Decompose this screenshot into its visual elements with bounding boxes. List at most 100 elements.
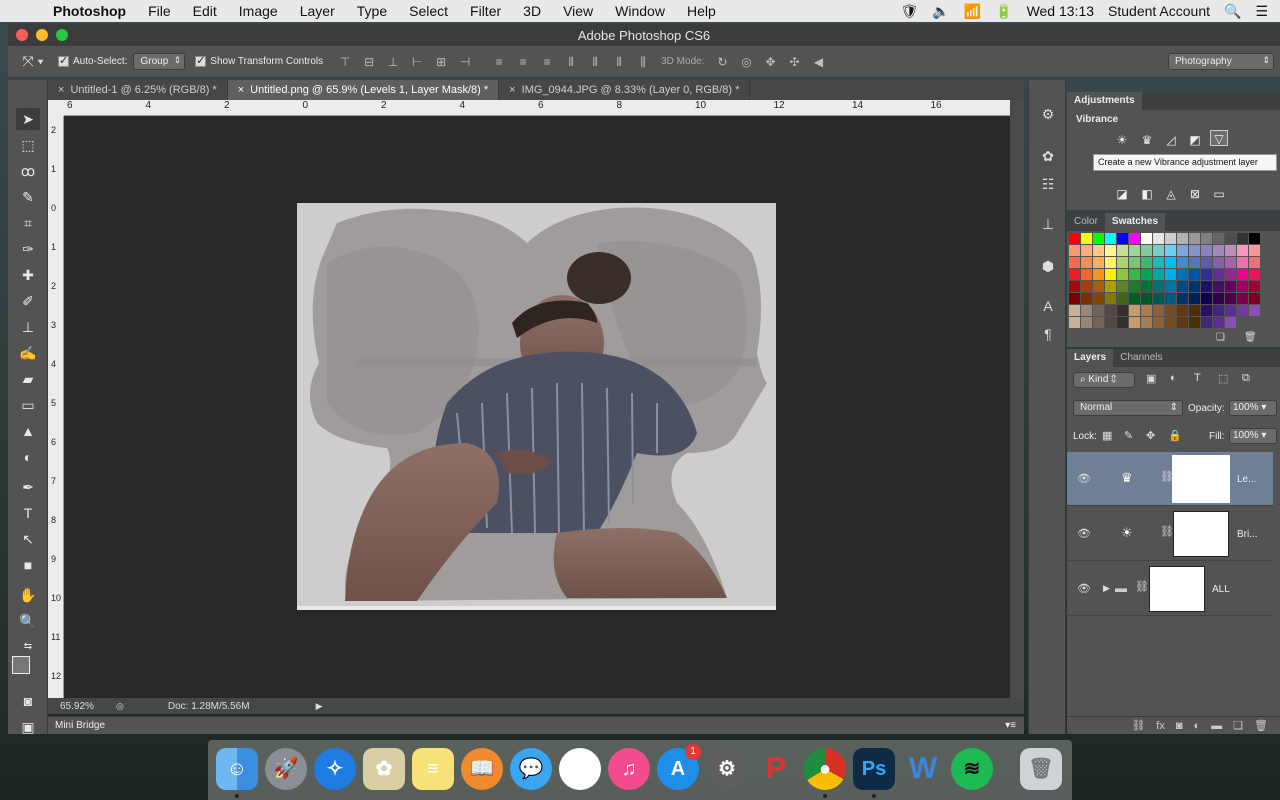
color-swatch[interactable] <box>1129 269 1140 280</box>
spotify-icon[interactable]: ≋ <box>951 748 993 790</box>
color-swatch[interactable] <box>1141 245 1152 256</box>
color-swatch[interactable] <box>1081 245 1092 256</box>
color-swatch[interactable] <box>1105 305 1116 316</box>
eyedropper-tool-icon[interactable]: ✑ <box>16 238 40 260</box>
color-swatch[interactable] <box>1177 281 1188 292</box>
color-swatch[interactable] <box>1081 233 1092 244</box>
color-swatch[interactable] <box>1177 245 1188 256</box>
color-swatch[interactable] <box>1201 245 1212 256</box>
color-swatch[interactable] <box>1165 269 1176 280</box>
color-swatch[interactable] <box>1105 269 1116 280</box>
color-swatch[interactable] <box>1069 305 1080 316</box>
brightness-contrast-icon[interactable]: ☀ <box>1113 132 1131 148</box>
notification-center-icon[interactable]: ☰ <box>1255 3 1268 20</box>
visibility-eye-icon[interactable]: 👁 <box>1077 582 1091 595</box>
color-swatch[interactable] <box>1213 281 1224 292</box>
lock-all-icon[interactable]: 🔒 <box>1168 429 1182 442</box>
color-swatch[interactable] <box>1093 317 1104 328</box>
color-swatch[interactable] <box>1225 281 1236 292</box>
color-swatch[interactable] <box>1129 245 1140 256</box>
color-swatch[interactable] <box>1189 317 1200 328</box>
messages-icon[interactable]: 💬 <box>510 748 552 790</box>
exposure-icon[interactable]: ◩ <box>1186 132 1204 148</box>
hand-tool-icon[interactable]: ✋ <box>16 584 40 606</box>
color-swatch[interactable] <box>1165 293 1176 304</box>
vertical-scrollbar[interactable] <box>1010 100 1024 698</box>
color-swatch[interactable] <box>1237 305 1248 316</box>
clock[interactable]: Wed 13:13 <box>1027 3 1094 19</box>
color-swatch[interactable] <box>1117 233 1128 244</box>
document-canvas[interactable] <box>297 203 776 610</box>
swap-colors-icon[interactable]: ⇆ <box>16 636 40 658</box>
tab-untitled-1[interactable]: × Untitled-1 @ 6.25% (RGB/8) * <box>48 80 228 100</box>
chain-link-icon[interactable]: ⛓ <box>1135 580 1149 593</box>
color-swatch[interactable] <box>1201 257 1212 268</box>
color-swatch[interactable] <box>1165 245 1176 256</box>
clone-source-icon[interactable]: ⊥ <box>1038 214 1058 234</box>
color-swatch[interactable] <box>1105 317 1116 328</box>
notes-icon[interactable]: ≡ <box>412 748 454 790</box>
color-swatch[interactable] <box>1177 317 1188 328</box>
color-swatch[interactable] <box>1117 293 1128 304</box>
color-swatch[interactable] <box>1189 257 1200 268</box>
color-swatch[interactable] <box>1165 281 1176 292</box>
color-swatch[interactable] <box>1189 233 1200 244</box>
lasso-tool-icon[interactable]: ꝏ <box>16 160 40 182</box>
tab-untitled-png[interactable]: × Untitled.png @ 65.9% (Levels 1, Layer … <box>227 80 500 100</box>
layer-mask-thumbnail[interactable] <box>1172 455 1230 503</box>
color-swatch[interactable] <box>1225 305 1236 316</box>
color-swatch[interactable] <box>1105 293 1116 304</box>
align-right-icon[interactable]: ⊣ <box>456 53 474 71</box>
opacity-input[interactable]: 100% ▾ <box>1229 400 1277 416</box>
pen-tool-icon[interactable]: ✒ <box>16 476 40 498</box>
delete-layer-icon[interactable]: 🗑 <box>1254 719 1268 732</box>
align-top-icon[interactable]: ⊤ <box>336 53 354 71</box>
gradient-map-icon[interactable]: ⊠ <box>1186 186 1204 202</box>
menu-view[interactable]: View <box>552 3 604 19</box>
tab-close-icon[interactable]: × <box>58 84 64 96</box>
auto-align-icon[interactable]: ⫼ <box>634 53 652 71</box>
color-swatch[interactable] <box>1069 317 1080 328</box>
color-swatch[interactable] <box>1093 281 1104 292</box>
color-swatch[interactable] <box>1177 293 1188 304</box>
new-layer-icon[interactable]: ❏ <box>1233 719 1243 732</box>
color-swatch[interactable] <box>1189 281 1200 292</box>
align-left-icon[interactable]: ⊢ <box>408 53 426 71</box>
menu-file[interactable]: File <box>137 3 182 19</box>
shield-icon[interactable]: 🛡 <box>900 3 918 20</box>
color-swatch[interactable] <box>1093 269 1104 280</box>
color-swatch[interactable] <box>1129 281 1140 292</box>
color-swatch[interactable] <box>1177 269 1188 280</box>
color-swatch[interactable] <box>1165 233 1176 244</box>
color-swatch[interactable] <box>1141 233 1152 244</box>
color-swatch[interactable] <box>1129 233 1140 244</box>
color-swatch[interactable] <box>1141 257 1152 268</box>
safari-icon[interactable]: ✧ <box>314 748 356 790</box>
color-swatch[interactable] <box>1249 245 1260 256</box>
color-swatch[interactable] <box>1117 317 1128 328</box>
color-swatch[interactable] <box>1141 305 1152 316</box>
move-tool-preset-icon[interactable]: ⤧ ▾ <box>8 53 58 70</box>
color-swatch[interactable] <box>1213 305 1224 316</box>
color-swatch[interactable] <box>1189 269 1200 280</box>
color-swatch[interactable] <box>1117 257 1128 268</box>
wifi-icon[interactable]: 📶 <box>964 3 981 20</box>
menu-help[interactable]: Help <box>676 3 727 19</box>
kind-filter-dropdown[interactable]: ⌕ Kind ⇕ <box>1073 372 1135 388</box>
eraser-tool-icon[interactable]: ▰ <box>16 368 40 390</box>
photos-icon[interactable]: ✾ <box>559 748 601 790</box>
menu-layer[interactable]: Layer <box>289 3 346 19</box>
color-swatch[interactable] <box>1165 305 1176 316</box>
zoom-window-button[interactable] <box>56 29 68 41</box>
color-swatch[interactable] <box>1249 281 1260 292</box>
filter-smart-object-icon[interactable]: ⧉ <box>1242 372 1250 385</box>
color-swatch[interactable] <box>1213 257 1224 268</box>
foreground-color-swatch[interactable] <box>12 656 30 674</box>
layer-row-levels[interactable]: 👁 ♛ ⛓ Le... <box>1067 452 1273 506</box>
expand-group-arrow-icon[interactable]: ▶ <box>1103 583 1110 594</box>
color-swatch[interactable] <box>1189 245 1200 256</box>
color-swatch[interactable] <box>1081 293 1092 304</box>
color-swatch[interactable] <box>1153 293 1164 304</box>
color-swatch[interactable] <box>1237 281 1248 292</box>
new-adjustment-icon[interactable]: ◐ <box>1194 720 1201 732</box>
